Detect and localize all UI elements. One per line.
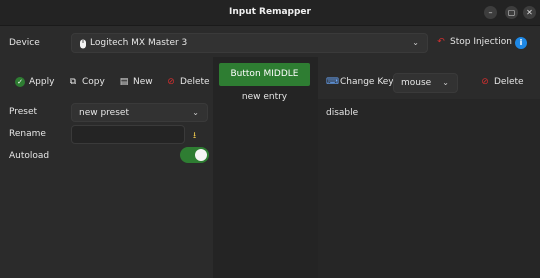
copy-icon: ⧉ bbox=[69, 77, 77, 87]
document-new-icon: ▤ bbox=[119, 77, 129, 87]
device-label: Device bbox=[9, 38, 40, 48]
copy-label: Copy bbox=[82, 77, 105, 87]
autoload-label: Autoload bbox=[9, 151, 50, 161]
mapping-type-value: mouse bbox=[401, 78, 432, 88]
mapping-item-label: Button MIDDLE bbox=[230, 69, 299, 79]
keyboard-icon: ⌨ bbox=[326, 77, 339, 87]
close-button[interactable]: ✕ bbox=[523, 6, 536, 19]
save-icon: ⭳ bbox=[193, 131, 197, 141]
mapping-list bbox=[213, 57, 318, 278]
mapping-output-text: disable bbox=[326, 108, 359, 118]
toggle-knob bbox=[195, 149, 207, 161]
delete-label: Delete bbox=[180, 77, 210, 87]
preset-label: Preset bbox=[9, 107, 38, 117]
chevron-down-icon: ⌄ bbox=[442, 78, 449, 88]
delete-icon: ⊘ bbox=[481, 77, 489, 87]
mouse-icon bbox=[78, 39, 88, 49]
info-icon: i bbox=[519, 38, 523, 47]
copy-button[interactable]: ⧉ Copy bbox=[68, 77, 105, 87]
mapping-type-select[interactable]: mouse ⌄ bbox=[393, 73, 458, 93]
maximize-button[interactable]: ▢ bbox=[505, 6, 518, 19]
mapping-item-label: new entry bbox=[241, 92, 288, 102]
device-select[interactable]: Logitech MX Master 3 ⌄ bbox=[71, 33, 428, 53]
chevron-down-icon: ⌄ bbox=[192, 107, 199, 117]
new-button[interactable]: ▤ New bbox=[119, 77, 153, 87]
minimize-icon: – bbox=[488, 8, 493, 17]
change-key-button[interactable]: ⌨ Change Key bbox=[326, 77, 394, 87]
preset-value: new preset bbox=[79, 107, 129, 118]
rename-label: Rename bbox=[9, 129, 46, 139]
mapping-item-button-middle[interactable]: Button MIDDLE bbox=[219, 63, 310, 86]
new-label: New bbox=[133, 77, 153, 87]
change-key-label: Change Key bbox=[340, 77, 394, 87]
delete-mapping-label: Delete bbox=[494, 77, 524, 87]
delete-preset-button[interactable]: ⊘ Delete bbox=[166, 77, 210, 87]
stop-injection-label: Stop Injection bbox=[450, 37, 512, 47]
delete-mapping-button[interactable]: ⊘ Delete bbox=[480, 77, 524, 87]
title-bar: Input Remapper – ▢ ✕ bbox=[0, 0, 540, 26]
mapping-item-new-entry[interactable]: new entry bbox=[219, 92, 310, 102]
info-button[interactable]: i bbox=[515, 37, 527, 49]
close-icon: ✕ bbox=[526, 8, 533, 17]
delete-icon: ⊘ bbox=[167, 77, 175, 87]
maximize-icon: ▢ bbox=[507, 8, 516, 17]
check-icon: ✓ bbox=[15, 77, 25, 87]
apply-button[interactable]: ✓ Apply bbox=[15, 77, 54, 87]
stop-injection-icon: ↶ bbox=[437, 37, 445, 47]
window-title: Input Remapper bbox=[229, 7, 311, 17]
minimize-button[interactable]: – bbox=[484, 6, 497, 19]
rename-input[interactable] bbox=[71, 125, 185, 144]
apply-label: Apply bbox=[29, 77, 55, 87]
preset-select[interactable]: new preset ⌄ bbox=[71, 103, 208, 122]
rename-confirm-button[interactable]: ⭳ bbox=[193, 128, 196, 144]
device-name: Logitech MX Master 3 bbox=[90, 38, 188, 48]
autoload-toggle[interactable] bbox=[180, 147, 209, 163]
chevron-down-icon: ⌄ bbox=[412, 38, 419, 48]
mapping-output-editor[interactable] bbox=[318, 99, 540, 278]
stop-injection-button[interactable]: ↶ Stop Injection bbox=[436, 37, 512, 47]
